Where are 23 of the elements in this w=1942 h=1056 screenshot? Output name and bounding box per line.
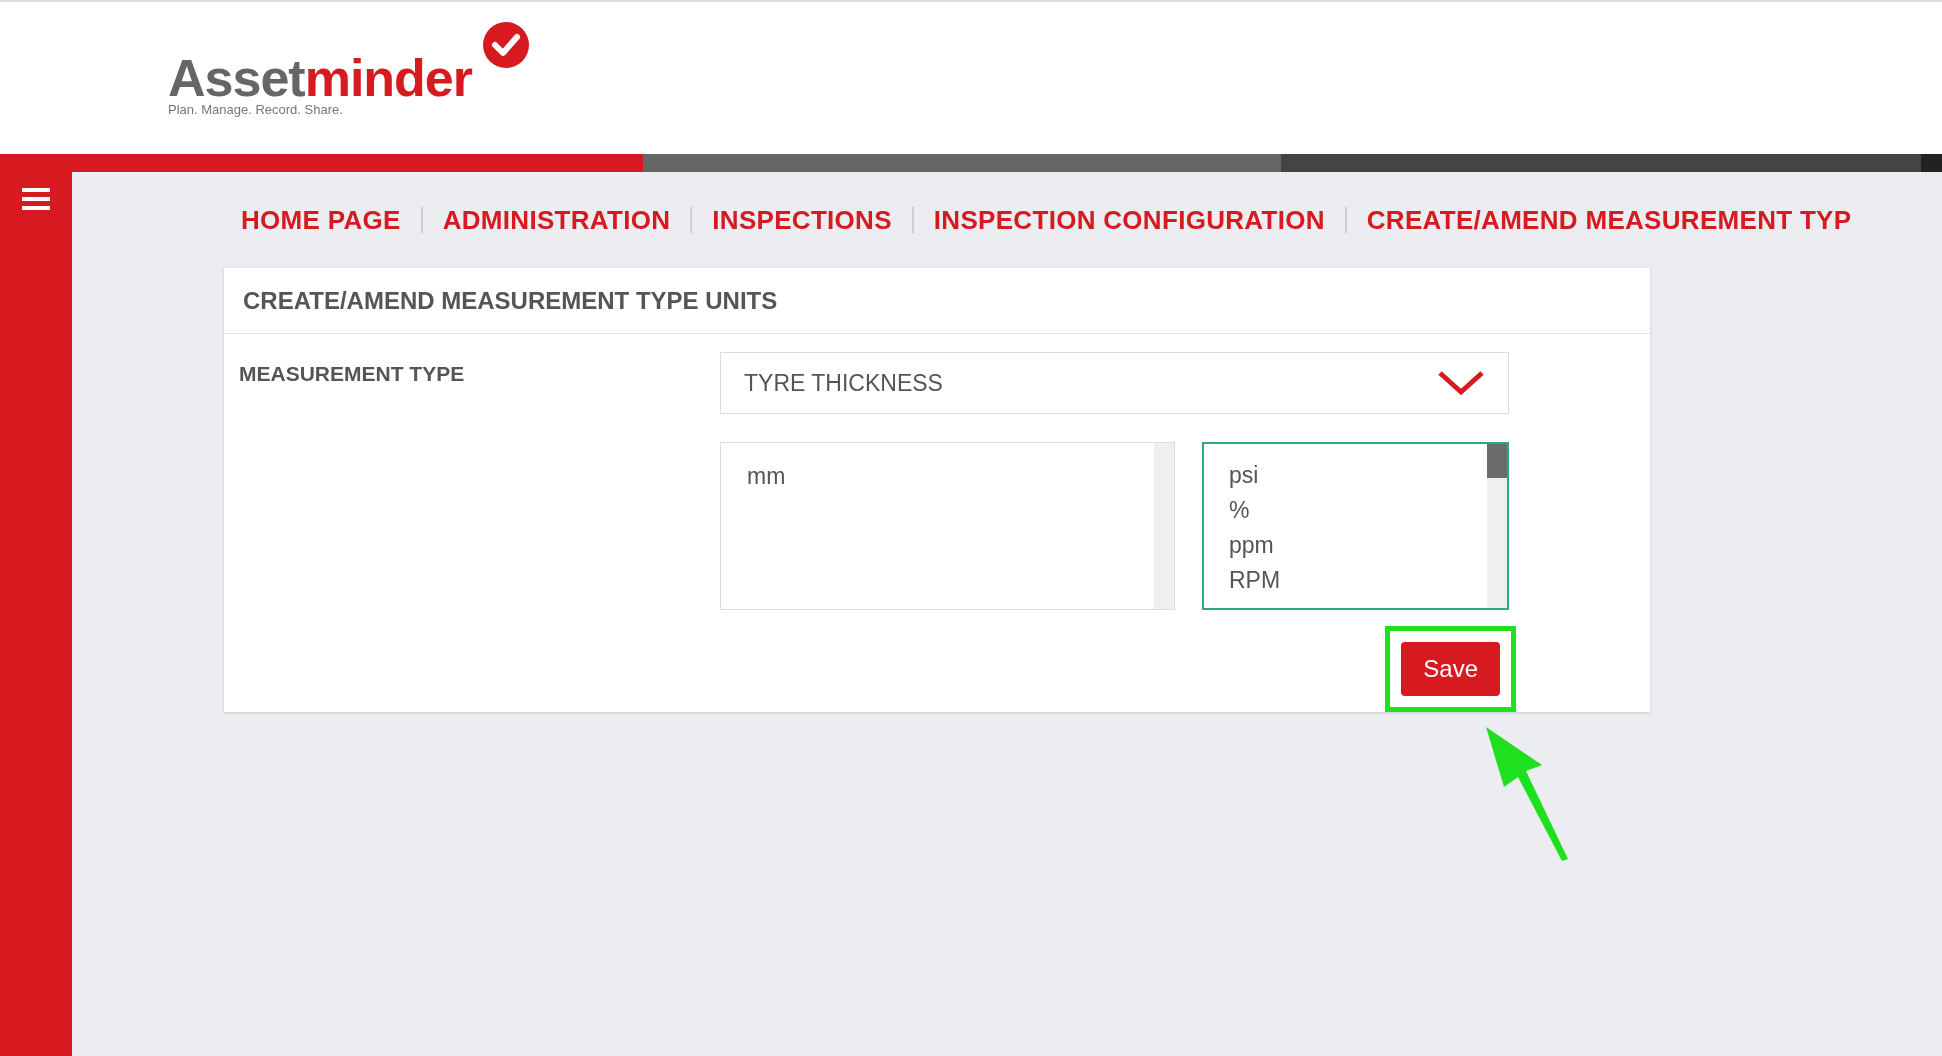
chevron-down-icon <box>1437 370 1485 396</box>
save-button[interactable]: Save <box>1401 642 1500 696</box>
measurement-type-select[interactable]: TYRE THICKNESS <box>720 352 1509 414</box>
unit-option[interactable]: RPM <box>1229 563 1487 598</box>
available-units-list[interactable]: psi % ppm RPM <box>1202 442 1509 610</box>
checkmark-logo-icon <box>483 22 529 68</box>
assigned-units-list[interactable]: mm <box>720 442 1175 610</box>
logo-tagline: Plan. Manage. Record. Share. <box>168 101 343 119</box>
unit-option[interactable]: psi <box>1229 458 1487 493</box>
breadcrumb-link[interactable]: INSPECTION CONFIGURATION <box>933 200 1325 240</box>
unit-option[interactable]: ppm <box>1229 528 1487 563</box>
menu-icon[interactable] <box>22 188 50 210</box>
unit-option[interactable]: % <box>1229 493 1487 528</box>
breadcrumb-link[interactable]: HOME PAGE <box>241 200 401 240</box>
field-label: MEASUREMENT TYPE <box>239 361 466 387</box>
scrollbar[interactable] <box>1154 443 1174 609</box>
scrollbar[interactable] <box>1487 444 1507 608</box>
logo-wordmark: Assetminder <box>168 52 472 104</box>
card-title: CREATE/AMEND MEASUREMENT TYPE UNITS <box>243 285 778 316</box>
breadcrumb-link[interactable]: ADMINISTRATION <box>442 200 671 240</box>
breadcrumb-link[interactable]: CREATE/AMEND MEASUREMENT TYP <box>1366 200 1852 240</box>
unit-option[interactable]: mm <box>747 459 1154 494</box>
breadcrumb-link[interactable]: INSPECTIONS <box>712 200 892 240</box>
